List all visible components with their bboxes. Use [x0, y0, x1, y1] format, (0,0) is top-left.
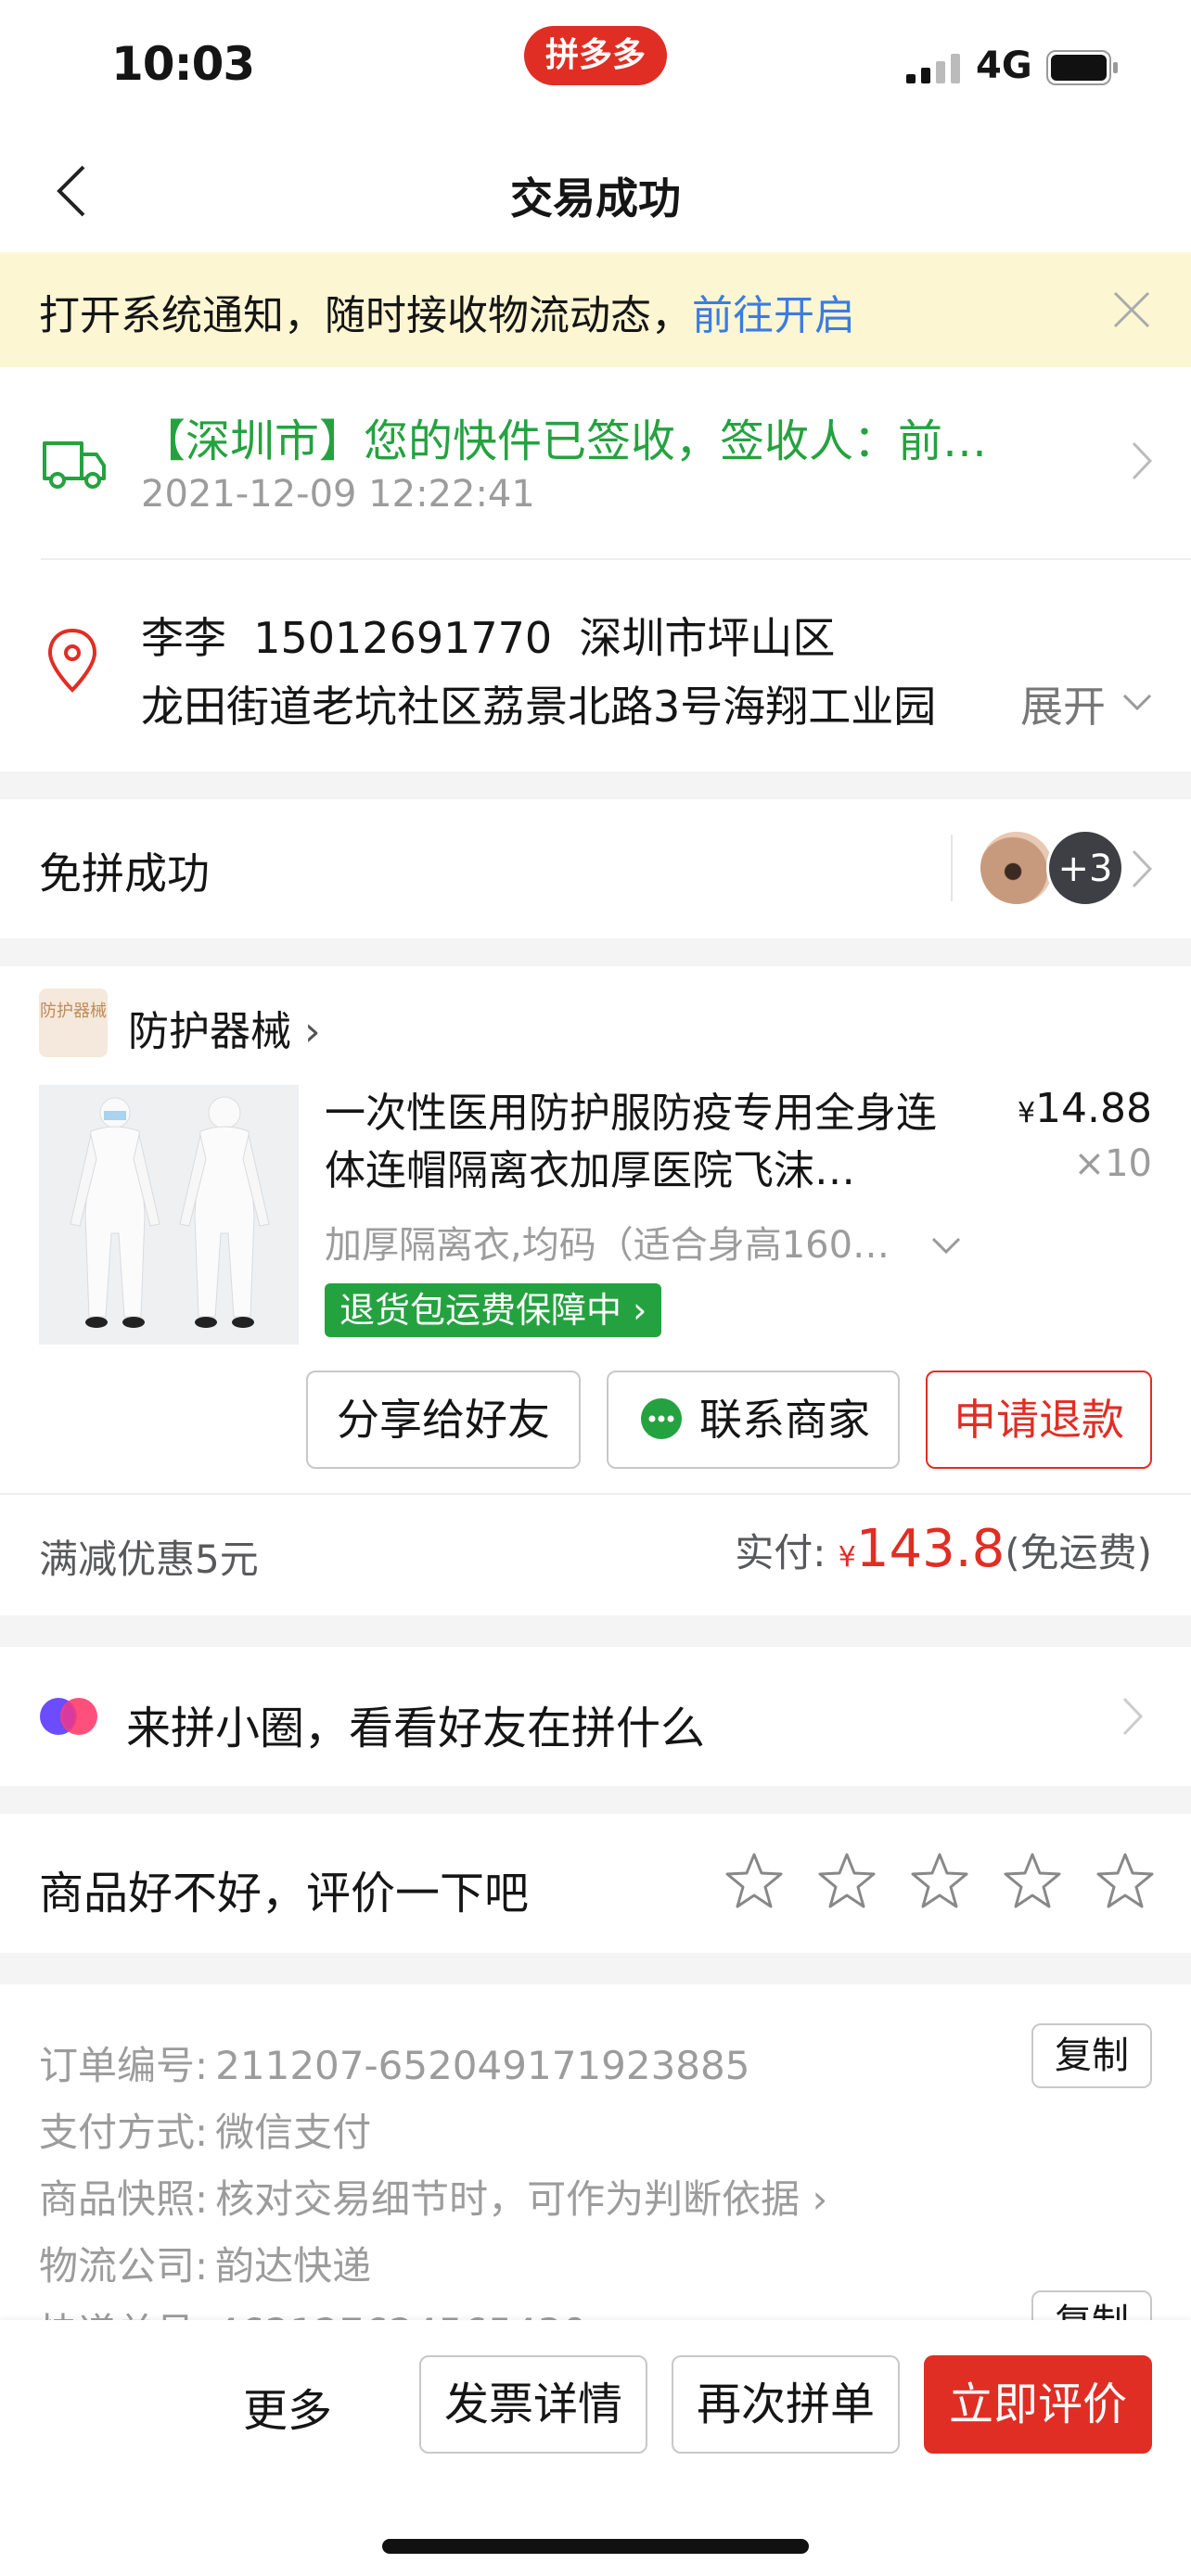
notice-message: 打开系统通知，随时接收物流动态，: [39, 292, 692, 339]
status-bar: 10:03 拼多多 4G: [0, 0, 1191, 130]
friends-circle-icon: [40, 1698, 97, 1735]
expand-address-button[interactable]: 展开: [1017, 673, 1106, 734]
order-info-card: 订单编号: 211207-652049171923885 复制 支付方式: 微信支付…: [0, 1984, 1191, 2320]
copy-order-number-button[interactable]: 复制: [1031, 2023, 1152, 2088]
share-button[interactable]: 分享给好友: [306, 1371, 581, 1469]
snapshot-link[interactable]: 核对交易细节时，可作为判断依据 ›: [215, 2176, 827, 2222]
chevron-down-icon[interactable]: [1119, 688, 1156, 716]
group-card[interactable]: 免拼成功 +3: [0, 799, 1191, 938]
rating-card: 商品好不好，评价一下吧: [0, 1814, 1191, 1953]
currency-symbol: ¥: [1017, 1097, 1036, 1129]
avatar-more: +3: [1046, 829, 1124, 907]
shop-name[interactable]: 防护器械 ›: [128, 998, 321, 1057]
star-icon[interactable]: [1002, 1851, 1063, 1912]
product-quantity: ×10: [1073, 1142, 1152, 1185]
rating-prompt: 商品好不好，评价一下吧: [39, 1868, 530, 1919]
home-indicator: [382, 2539, 809, 2554]
friends-circle-row[interactable]: 来拼小圈，看看好友在拼什么: [0, 1647, 1191, 1786]
tracking-number: 462127624565430: [215, 2310, 587, 2320]
chevron-down-icon[interactable]: [928, 1231, 965, 1259]
chat-icon: [641, 1397, 682, 1439]
courier-company: 韵达快递: [215, 2243, 372, 2289]
payment-method: 微信支付: [215, 2110, 372, 2155]
return-shipping-badge[interactable]: 退货包运费保障中 ›: [325, 1283, 662, 1337]
product-image[interactable]: [39, 1085, 299, 1345]
divider: [951, 835, 953, 901]
logistics-time: 2021-12-09 12:22:41: [141, 473, 535, 516]
discount-text: 满减优惠5元: [39, 1537, 259, 1582]
chevron-right-icon[interactable]: [1119, 1693, 1146, 1740]
chevron-right-icon: ›: [304, 1008, 321, 1055]
notification-banner: 打开系统通知，随时接收物流动态，前往开启: [0, 252, 1191, 367]
snapshot-row[interactable]: 商品快照: 核对交易细节时，可作为判断依据 ›: [39, 2168, 827, 2225]
contact-seller-label: 联系商家: [699, 1395, 870, 1445]
refund-button[interactable]: 申请退款: [926, 1371, 1152, 1469]
avatar: [978, 829, 1056, 907]
paid-total: 实付: ¥143.8(免运费): [735, 1519, 1152, 1579]
divider: [41, 558, 1191, 560]
info-label: 订单编号:: [39, 2043, 209, 2088]
nav-bar: 交易成功: [0, 130, 1191, 252]
contact-seller-button[interactable]: 联系商家: [607, 1371, 900, 1469]
tracking-number-row: 快递单号: 462127624565430: [39, 2302, 587, 2320]
product-spec[interactable]: 加厚隔离衣,均码（适合身高160…: [325, 1215, 918, 1269]
chevron-right-icon[interactable]: [1128, 846, 1156, 892]
review-now-button[interactable]: 立即评价: [924, 2355, 1152, 2454]
app-badge: 拼多多: [524, 26, 667, 85]
address-detail: 龙田街道老坑社区荔景北路3号海翔工业园: [141, 682, 937, 732]
return-shipping-label: 退货包运费保障中: [339, 1290, 622, 1331]
battery-icon: [1046, 50, 1118, 85]
order-number-row: 订单编号: 211207-652049171923885: [39, 2034, 749, 2091]
paid-amount: 143.8: [855, 1519, 1005, 1579]
page-title: 交易成功: [510, 173, 681, 223]
payment-method-row: 支付方式: 微信支付: [39, 2101, 371, 2158]
bottom-action-bar: 更多 发票详情 再次拼单 立即评价: [0, 2320, 1191, 2576]
enable-notifications-link[interactable]: 前往开启: [692, 292, 855, 339]
star-icon[interactable]: [1095, 1851, 1156, 1912]
product-name[interactable]: 一次性医用防护服防疫专用全身连体连帽隔离衣加厚医院飞沫…: [325, 1085, 955, 1200]
shop-name-label: 防护器械: [128, 1008, 291, 1055]
divider: [0, 1493, 1191, 1495]
star-icon[interactable]: [724, 1851, 785, 1912]
info-label: 商品快照:: [39, 2176, 209, 2222]
chevron-right-icon[interactable]: [1128, 438, 1156, 484]
friends-circle-text: 来拼小圈，看看好友在拼什么: [126, 1702, 706, 1754]
signal-icon: [906, 54, 960, 83]
courier-row: 物流公司: 韵达快递: [39, 2235, 371, 2291]
logistics-card: 【深圳市】您的快件已签收，签收人：前… 2021-12-09 12:22:41 …: [0, 367, 1191, 772]
currency-symbol: ¥: [838, 1541, 856, 1574]
close-icon[interactable]: [1109, 287, 1154, 332]
rebuy-button[interactable]: 再次拼单: [672, 2355, 900, 2454]
notice-text: 打开系统通知，随时接收物流动态，前往开启: [39, 282, 855, 341]
group-status: 免拼成功: [39, 848, 210, 899]
info-label: 支付方式:: [39, 2110, 209, 2155]
copy-tracking-number-button[interactable]: 复制: [1031, 2290, 1152, 2320]
shop-logo[interactable]: 防护器械: [39, 988, 108, 1057]
status-time: 10:03: [111, 37, 255, 91]
truck-icon: [43, 441, 106, 489]
network-type: 4G: [976, 45, 1032, 87]
product-price: ¥14.88: [1018, 1085, 1152, 1132]
logistics-status[interactable]: 【深圳市】您的快件已签收，签收人：前…: [141, 404, 987, 469]
location-pin-icon: [47, 628, 97, 693]
info-label: 物流公司:: [39, 2243, 209, 2289]
shipping-note: (免运费): [1005, 1530, 1152, 1575]
price-value: 14.88: [1035, 1085, 1152, 1132]
product-card: 防护器械 防护器械 › 一次性医用防护服防疫专用全身连体连帽隔离衣加厚医院飞沫……: [0, 966, 1191, 1615]
star-icon[interactable]: [816, 1851, 877, 1912]
star-icon[interactable]: [909, 1851, 970, 1912]
order-number: 211207-652049171923885: [215, 2043, 750, 2088]
more-button[interactable]: 更多: [243, 2374, 332, 2439]
address-contact: 李李 15012691770 深圳市坪山区: [141, 613, 836, 663]
paid-label: 实付:: [735, 1530, 826, 1575]
invoice-details-button[interactable]: 发票详情: [419, 2355, 647, 2454]
info-label: 快递单号:: [39, 2310, 208, 2320]
